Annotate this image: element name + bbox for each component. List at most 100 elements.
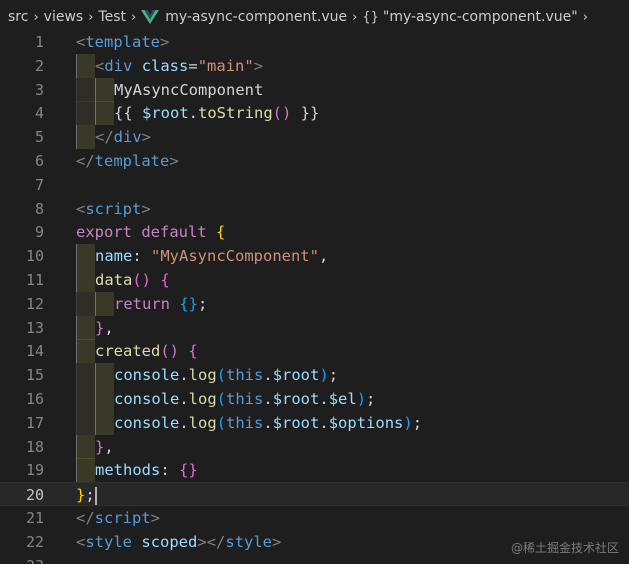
indent-guide: [76, 268, 95, 292]
code-content[interactable]: MyAsyncComponent: [76, 77, 263, 102]
code-token: div: [104, 56, 133, 75]
code-content[interactable]: </script>: [76, 506, 160, 530]
code-editor[interactable]: 1 <template> 2 <div class="main"> 3 MyAsyncCo…: [0, 30, 629, 564]
code-token: ></: [197, 532, 226, 551]
code-content[interactable]: export default {: [76, 220, 225, 244]
code-token: .: [263, 366, 273, 385]
code-token: this: [226, 413, 264, 432]
code-token: (: [216, 366, 227, 385]
code-content[interactable]: data() {: [76, 268, 170, 292]
code-line[interactable]: 2 <div class="main">: [0, 53, 629, 78]
breadcrumb-item-test[interactable]: Test: [98, 9, 126, 25]
code-line[interactable]: 17 console.log(this.$root.$options);: [0, 410, 629, 435]
line-number[interactable]: 19: [0, 458, 44, 482]
code-content[interactable]: console.log(this.$root.$options);: [76, 410, 422, 435]
line-number[interactable]: 12: [0, 292, 44, 316]
code-content[interactable]: console.log(this.$root.$el);: [76, 387, 375, 411]
code-line[interactable]: 20};: [0, 482, 629, 507]
code-line[interactable]: 5 </div>: [0, 125, 629, 150]
code-line[interactable]: 19 methods: {}: [0, 458, 629, 483]
code-token: <: [76, 532, 86, 551]
code-line[interactable]: 6 </template>: [0, 149, 629, 173]
line-number[interactable]: 9: [0, 220, 44, 244]
line-number[interactable]: 11: [0, 268, 44, 292]
line-number[interactable]: 15: [0, 363, 44, 387]
code-content[interactable]: },: [76, 315, 114, 340]
code-token: (: [216, 390, 227, 408]
code-line[interactable]: 8 <script>: [0, 197, 629, 221]
breadcrumb-item-src[interactable]: src: [8, 9, 28, 25]
breadcrumb-item-file[interactable]: my-async-component.vue: [165, 9, 347, 25]
breadcrumb-item-symbol[interactable]: "my-async-component.vue": [383, 9, 578, 25]
line-number[interactable]: 22: [0, 530, 44, 554]
code-token: .: [188, 104, 199, 123]
code-token: created: [95, 342, 161, 361]
code-line[interactable]: 9 export default {: [0, 220, 629, 244]
line-number[interactable]: 10: [0, 244, 44, 268]
line-number[interactable]: 6: [0, 149, 44, 173]
code-content[interactable]: },: [76, 434, 114, 459]
code-line[interactable]: 4 {{ $root.toString() }}: [0, 101, 629, 126]
line-number[interactable]: 2: [0, 54, 44, 78]
code-line[interactable]: 1 <template>: [0, 30, 629, 54]
code-content[interactable]: <template>: [76, 30, 169, 54]
code-content[interactable]: </div>: [76, 125, 151, 150]
line-number[interactable]: 5: [0, 125, 44, 149]
code-line[interactable]: 16 console.log(this.$root.$el);: [0, 387, 629, 411]
code-token: <: [76, 199, 86, 218]
line-number[interactable]: 7: [0, 173, 44, 197]
code-line[interactable]: 14 created() {: [0, 339, 629, 364]
code-content[interactable]: return {};: [76, 291, 207, 316]
code-line[interactable]: 13},: [0, 315, 629, 340]
indent-guide: [95, 101, 114, 126]
code-content[interactable]: name: "MyAsyncComponent",: [76, 244, 328, 269]
line-number[interactable]: 21: [0, 506, 44, 530]
line-number[interactable]: 18: [0, 435, 44, 459]
code-token: .: [263, 390, 273, 408]
line-number[interactable]: 16: [0, 387, 44, 411]
code-content[interactable]: console.log(this.$root);: [76, 363, 338, 388]
breadcrumb-item-views[interactable]: views: [44, 9, 84, 25]
code-line[interactable]: 7: [0, 173, 629, 197]
code-content[interactable]: {{ $root.toString() }}: [76, 101, 319, 126]
code-line[interactable]: 18},: [0, 434, 629, 459]
line-number[interactable]: 17: [0, 411, 44, 435]
line-number[interactable]: 8: [0, 197, 44, 221]
line-number[interactable]: 1: [0, 30, 44, 54]
code-content[interactable]: };: [76, 483, 97, 507]
code-token: script: [94, 509, 151, 527]
code-token: >: [169, 152, 179, 170]
code-token: export: [76, 223, 132, 242]
code-content[interactable]: methods: {}: [76, 458, 198, 483]
code-token: data: [95, 271, 133, 289]
code-line[interactable]: 21 </script>: [0, 506, 629, 530]
indent-guide: [76, 244, 95, 269]
code-content[interactable]: <script>: [76, 197, 151, 221]
line-number[interactable]: 3: [0, 78, 44, 102]
code-token: {: [188, 342, 198, 361]
code-content[interactable]: </template>: [76, 149, 179, 173]
code-token: (): [132, 271, 151, 289]
code-content[interactable]: <div class="main">: [76, 53, 263, 78]
code-content[interactable]: created() {: [76, 339, 198, 364]
watermark: @稀土掘金技术社区: [510, 541, 619, 555]
line-number[interactable]: 23: [0, 554, 44, 564]
chevron-right-icon: ›: [33, 9, 39, 25]
code-token: methods: [95, 461, 161, 480]
line-number[interactable]: 4: [0, 101, 44, 125]
line-number[interactable]: 14: [0, 339, 44, 363]
indent-guide: [76, 434, 95, 459]
code-token: log: [188, 366, 217, 385]
code-content[interactable]: <style scoped></style>: [76, 530, 281, 554]
code-token: console: [114, 390, 180, 408]
code-line[interactable]: 12 return {};: [0, 291, 629, 316]
code-line[interactable]: 11 data() {: [0, 268, 629, 292]
code-line[interactable]: 15 console.log(this.$root);: [0, 363, 629, 388]
line-number[interactable]: 13: [0, 316, 44, 340]
code-line[interactable]: 3 MyAsyncComponent: [0, 77, 629, 102]
code-line[interactable]: 10 name: "MyAsyncComponent",: [0, 244, 629, 269]
code-token: console: [114, 413, 180, 432]
line-number[interactable]: 20: [0, 483, 44, 507]
indent-guide: [76, 339, 95, 364]
